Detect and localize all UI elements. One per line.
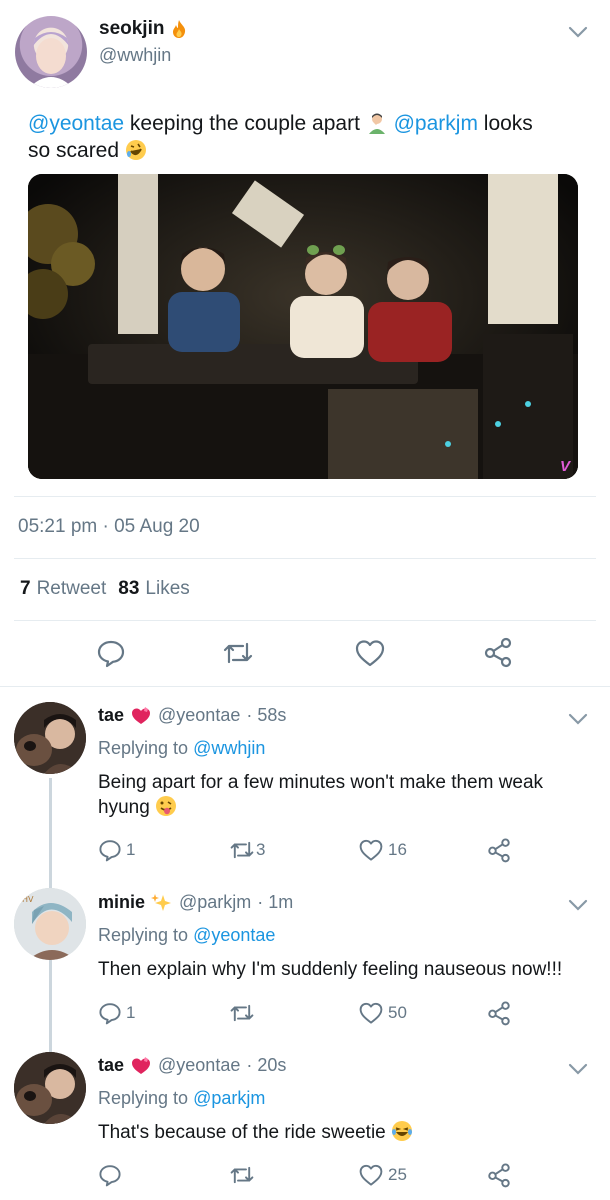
reply-handle[interactable]: @yeontae [158, 705, 240, 726]
replying-to-mention[interactable]: @wwhjin [193, 738, 265, 758]
retweet-icon [228, 1001, 256, 1025]
reply-display-name[interactable]: minie [98, 892, 145, 913]
reply-icon [98, 838, 122, 862]
sparkles-icon [151, 893, 173, 913]
heart-emoji-icon [130, 706, 152, 726]
retweet-button[interactable] [221, 638, 255, 668]
share-button[interactable] [486, 1000, 512, 1026]
reply-text-line: That's because of the ride sweetie [98, 1122, 386, 1143]
share-button[interactable] [482, 636, 514, 668]
reply-avatar[interactable]: HV [14, 888, 86, 960]
like-button[interactable]: 16 [358, 838, 407, 862]
reply-button[interactable] [98, 1163, 126, 1187]
heart-icon [358, 1163, 384, 1187]
like-button[interactable]: 25 [358, 1163, 407, 1187]
reply-text-line: Being apart for a few minutes won't make… [98, 772, 544, 793]
replying-to-label: Replying to [98, 925, 189, 945]
retweet-button[interactable] [228, 1163, 260, 1187]
svg-text:HV: HV [22, 895, 34, 904]
reply-handle[interactable]: @yeontae [158, 1055, 240, 1076]
share-icon [486, 1162, 512, 1188]
share-icon [486, 1000, 512, 1026]
heart-icon [354, 638, 386, 668]
retweet-icon [228, 1163, 256, 1187]
watermark-logo: V [559, 458, 570, 475]
tweet-text-part: so scared [28, 139, 120, 162]
replying-to-label: Replying to [98, 738, 189, 758]
facepalm-emoji-icon [366, 112, 388, 134]
reply-text: Then explain why I'm suddenly feeling na… [98, 959, 563, 980]
reply-icon [98, 1001, 122, 1025]
reply-button[interactable]: 1 [98, 1001, 135, 1025]
tweet-text-part: keeping the couple apart [129, 112, 360, 135]
reply-avatar[interactable] [14, 1052, 86, 1124]
retweet-icon [228, 838, 256, 862]
reply-button[interactable]: 1 [98, 838, 135, 862]
mention-parkjm[interactable]: @parkjm [394, 112, 478, 135]
reply-avatar[interactable] [14, 702, 86, 774]
author-display-name[interactable]: seokjin [99, 18, 164, 40]
heart-emoji-icon [130, 1056, 152, 1076]
author-handle[interactable]: @wwhjin [99, 45, 171, 66]
chevron-down-icon[interactable] [567, 25, 589, 39]
tweet-media-image[interactable]: V [28, 174, 578, 479]
retweets-label[interactable]: Retweet [37, 578, 107, 600]
heart-icon [358, 1001, 384, 1025]
tweet-timestamp[interactable]: 05:21 pm · 05 Aug 20 [18, 516, 200, 538]
like-count: 25 [388, 1165, 407, 1184]
reply-count: 1 [126, 1003, 136, 1022]
mention-yeontae[interactable]: @yeontae [28, 112, 124, 135]
tongue-emoji-icon [155, 795, 177, 817]
replying-to-label: Replying to [98, 1088, 189, 1108]
reply-display-name[interactable]: tae [98, 1055, 124, 1076]
reply-time[interactable]: · 1m [257, 892, 293, 913]
retweets-count[interactable]: 7 [20, 578, 31, 600]
replying-to-mention[interactable]: @parkjm [193, 1088, 265, 1108]
author-avatar[interactable] [15, 16, 87, 88]
share-button[interactable] [486, 837, 512, 863]
laughing-emoji-icon [391, 1120, 413, 1142]
share-icon [482, 636, 514, 668]
fire-icon [170, 19, 188, 39]
reply-handle[interactable]: @parkjm [179, 892, 251, 913]
retweet-button[interactable] [228, 1001, 260, 1025]
like-button[interactable] [354, 638, 386, 668]
like-count: 16 [388, 840, 407, 859]
tweet-stats: 7 Retweet 83 Likes [20, 578, 190, 600]
retweet-icon [221, 638, 255, 668]
reply-time[interactable]: · 20s [246, 1055, 286, 1076]
reply-icon [98, 1163, 122, 1187]
share-icon [486, 837, 512, 863]
reply-button[interactable] [96, 638, 126, 668]
chevron-down-icon[interactable] [567, 1062, 589, 1076]
chevron-down-icon[interactable] [567, 712, 589, 726]
replying-to-mention[interactable]: @yeontae [193, 925, 275, 945]
chevron-down-icon[interactable] [567, 898, 589, 912]
reply-display-name[interactable]: tae [98, 705, 124, 726]
retweet-count: 3 [256, 840, 266, 859]
reply-count: 1 [126, 840, 136, 859]
share-button[interactable] [486, 1162, 512, 1188]
retweet-button[interactable]: 3 [228, 838, 265, 862]
reply-icon [96, 638, 126, 668]
tweet-text: @yeontae keeping the couple apart @parkj… [28, 110, 588, 164]
reply-text-line: hyung [98, 797, 150, 818]
like-button[interactable]: 50 [358, 1001, 407, 1025]
rofl-emoji-icon [125, 139, 147, 161]
likes-label[interactable]: Likes [145, 578, 189, 600]
likes-count[interactable]: 83 [118, 578, 139, 600]
heart-icon [358, 838, 384, 862]
reply-text: That's because of the ride sweetie [98, 1120, 603, 1145]
reply-time[interactable]: · 58s [246, 705, 286, 726]
tweet-text-part: looks [483, 112, 533, 135]
like-count: 50 [388, 1003, 407, 1022]
reply-text: Being apart for a few minutes won't make… [98, 770, 598, 820]
